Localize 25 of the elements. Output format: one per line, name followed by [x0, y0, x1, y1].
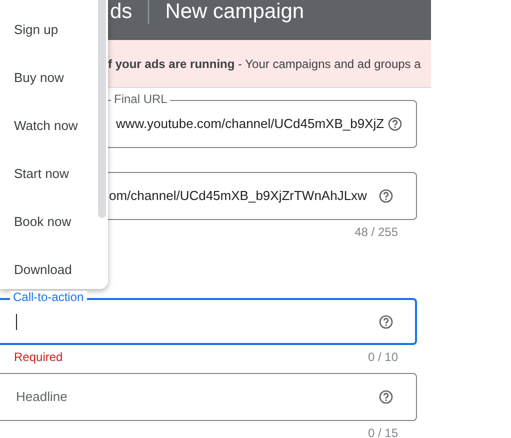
text-cursor — [16, 314, 17, 330]
text-field[interactable]: Headline — [0, 373, 417, 421]
character-counter: 48 / 255 — [354, 224, 398, 241]
field-label: Final URL — [111, 93, 170, 106]
field-value: www.youtube.com/channel/UCd45mXB_b9XjZ — [116, 115, 386, 134]
help-icon[interactable] — [379, 390, 393, 404]
menu-item[interactable]: Download — [14, 260, 72, 280]
scrollbar-thumb[interactable] — [98, 0, 106, 218]
field-placeholder: Headline — [16, 388, 68, 406]
menu-item[interactable]: Buy now — [14, 68, 64, 88]
menu-item[interactable]: Watch now — [14, 116, 78, 136]
field-value: om/channel/UCd45mXB_b9XjZrTWnAhJLxw — [109, 187, 368, 206]
page-title: New campaign — [165, 0, 304, 24]
help-icon[interactable] — [379, 314, 393, 328]
menu-item[interactable]: Start now — [14, 164, 69, 184]
field-label: Call-to-action — [10, 291, 87, 304]
help-icon[interactable] — [388, 117, 402, 131]
product-name: ds — [110, 0, 132, 24]
alert-message: f your ads are running - Your campaigns and ad groups a — [108, 56, 421, 72]
character-counter: 0 / 10 — [368, 349, 398, 366]
error-message: Required — [14, 349, 63, 366]
help-icon[interactable] — [379, 189, 393, 203]
character-counter: 0 / 15 — [368, 425, 398, 438]
menu-item[interactable]: Sign up — [14, 20, 58, 40]
menu-item[interactable]: Book now — [14, 212, 72, 232]
